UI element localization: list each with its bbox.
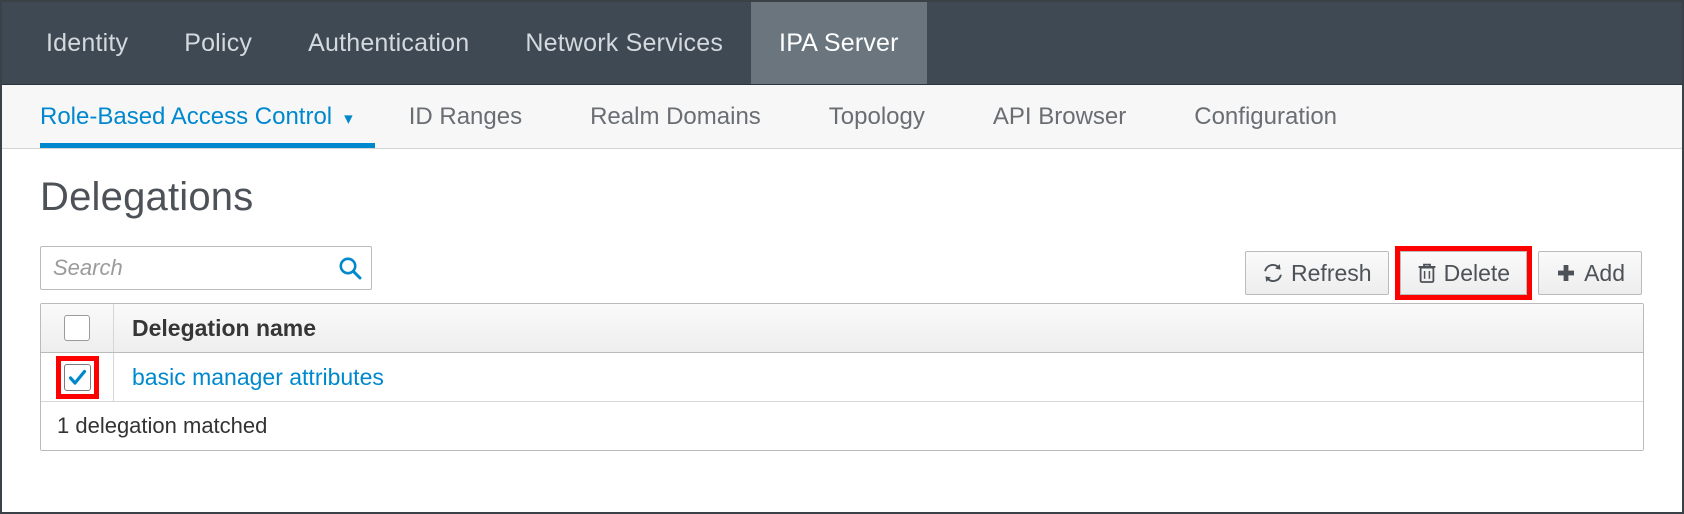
- search-input[interactable]: [40, 246, 372, 290]
- refresh-button[interactable]: Refresh: [1245, 251, 1389, 295]
- ipa-delegations-screen: Identity Policy Authentication Network S…: [0, 0, 1684, 514]
- table-header-row: Delegation name: [41, 304, 1643, 353]
- refresh-button-label: Refresh: [1291, 260, 1372, 287]
- row-checkbox-highlight: [56, 356, 99, 399]
- primary-nav-item-authentication[interactable]: Authentication: [280, 2, 497, 84]
- page-title: Delegations: [40, 175, 1642, 220]
- delegations-table: Delegation name basic manager attributes: [40, 303, 1644, 451]
- primary-nav-item-ipa-server[interactable]: IPA Server: [751, 2, 927, 84]
- secondary-nav-item-id-ranges[interactable]: ID Ranges: [375, 85, 556, 148]
- primary-nav-label: Policy: [184, 29, 252, 58]
- select-all-cell: [41, 304, 114, 352]
- table-row[interactable]: basic manager attributes: [41, 353, 1643, 402]
- primary-nav-label: Authentication: [308, 29, 469, 58]
- row-select-cell: [41, 353, 114, 401]
- secondary-nav-label: Realm Domains: [590, 103, 761, 131]
- primary-nav-label: IPA Server: [779, 29, 899, 58]
- secondary-nav-item-realm-domains[interactable]: Realm Domains: [556, 85, 795, 148]
- secondary-nav-item-api-browser[interactable]: API Browser: [959, 85, 1160, 148]
- table-footer: 1 delegation matched: [41, 402, 1643, 450]
- secondary-nav-item-topology[interactable]: Topology: [795, 85, 959, 148]
- secondary-nav-label: Role-Based Access Control: [40, 103, 332, 131]
- secondary-nav-label: Topology: [829, 103, 925, 131]
- refresh-icon: [1262, 262, 1284, 284]
- select-all-checkbox[interactable]: [64, 315, 90, 341]
- search-box: [40, 246, 372, 290]
- primary-nav-item-network-services[interactable]: Network Services: [497, 2, 751, 84]
- main-content: Delegations: [2, 149, 1682, 451]
- secondary-navigation: Role-Based Access Control ▾ ID Ranges Re…: [2, 85, 1682, 149]
- secondary-nav-label: Configuration: [1194, 103, 1337, 131]
- secondary-nav-label: ID Ranges: [409, 103, 522, 131]
- add-button[interactable]: Add: [1538, 251, 1642, 295]
- delete-button-label: Delete: [1444, 260, 1510, 287]
- trash-icon: [1417, 262, 1437, 284]
- toolbar: Refresh Delete: [40, 246, 1642, 290]
- primary-nav-item-policy[interactable]: Policy: [156, 2, 280, 84]
- row-name-cell: basic manager attributes: [114, 353, 1643, 401]
- search-icon[interactable]: [336, 254, 364, 282]
- delete-button-highlight: Delete: [1395, 246, 1532, 300]
- secondary-nav-item-configuration[interactable]: Configuration: [1160, 85, 1371, 148]
- row-checkbox[interactable]: [64, 364, 91, 391]
- primary-nav-label: Identity: [46, 29, 128, 58]
- delegation-name-link[interactable]: basic manager attributes: [132, 364, 384, 391]
- primary-navigation: Identity Policy Authentication Network S…: [2, 2, 1682, 85]
- primary-nav-label: Network Services: [525, 29, 723, 58]
- primary-nav-item-identity[interactable]: Identity: [18, 2, 156, 84]
- secondary-nav-label: API Browser: [993, 103, 1126, 131]
- column-header-delegation-name: Delegation name: [114, 304, 1643, 352]
- delete-button[interactable]: Delete: [1400, 251, 1527, 295]
- toolbar-actions: Refresh Delete: [1245, 246, 1642, 300]
- secondary-nav-item-role-based-access-control[interactable]: Role-Based Access Control ▾: [40, 85, 375, 148]
- plus-icon: [1555, 262, 1577, 284]
- add-button-label: Add: [1584, 260, 1625, 287]
- chevron-down-icon: ▾: [344, 110, 353, 127]
